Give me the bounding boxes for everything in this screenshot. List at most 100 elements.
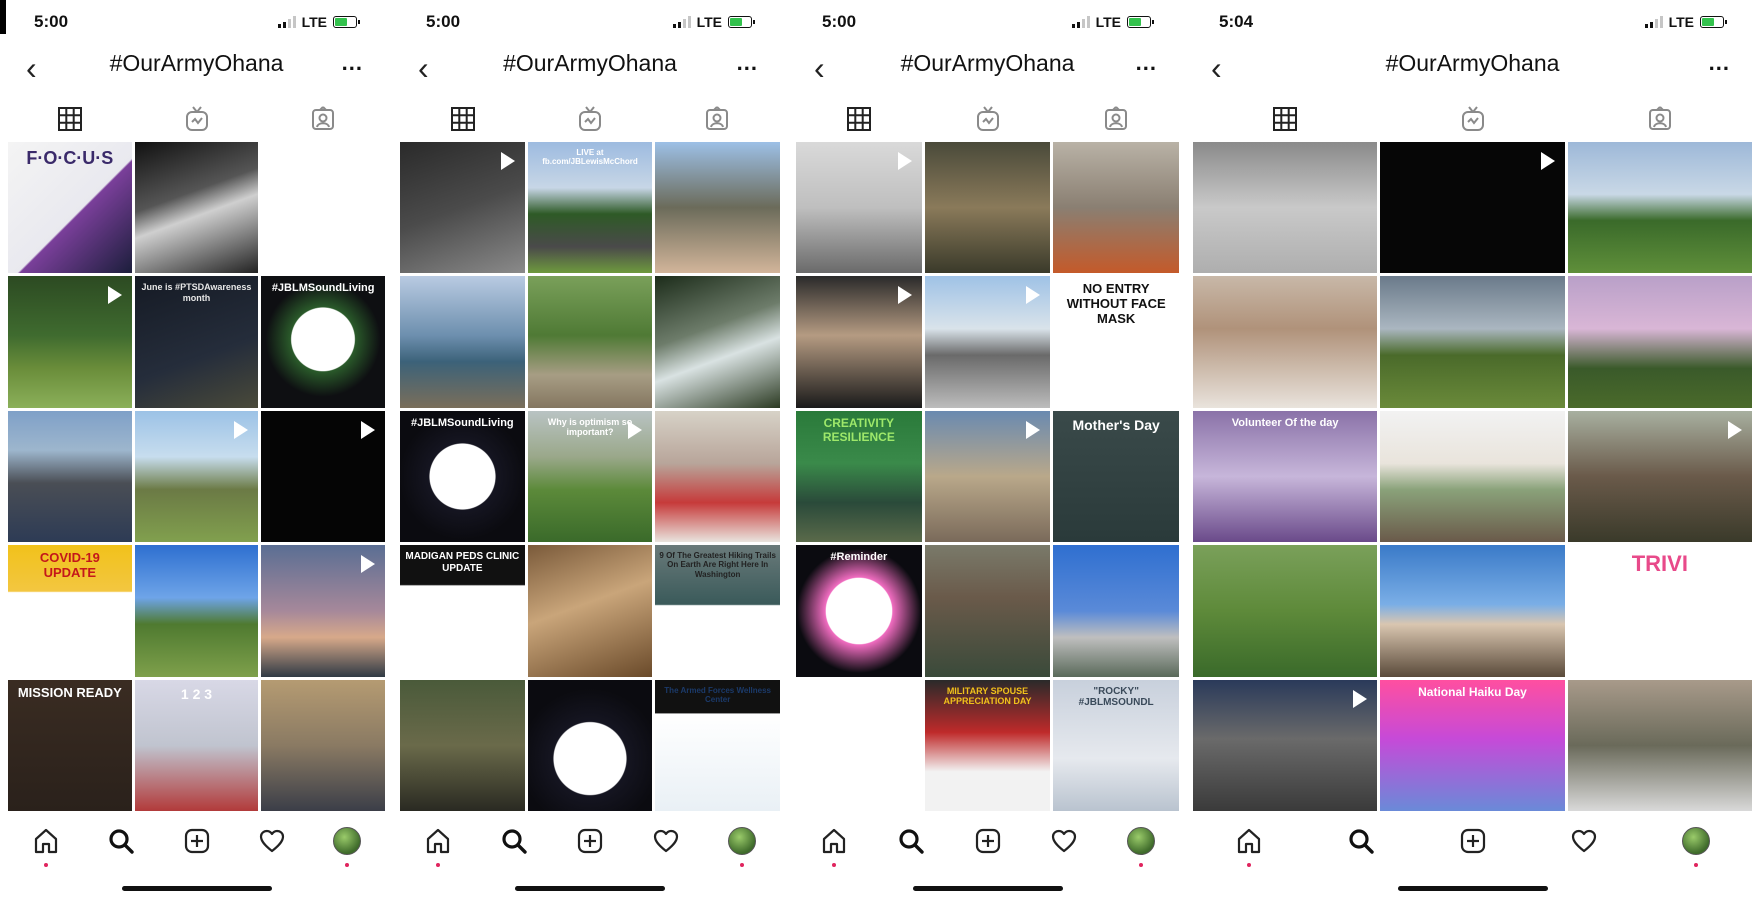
post-tile[interactable]: COVID-19 UPDATE bbox=[8, 545, 132, 677]
tagged-icon[interactable] bbox=[308, 106, 338, 132]
post-tile[interactable] bbox=[134, 410, 259, 543]
add-post-icon[interactable] bbox=[972, 825, 1004, 857]
add-post-icon[interactable] bbox=[181, 825, 213, 857]
tagged-icon[interactable] bbox=[1101, 106, 1131, 132]
post-tile[interactable] bbox=[924, 410, 1051, 543]
post-tile[interactable] bbox=[134, 142, 259, 274]
post-tile[interactable]: The Armed Forces Wellness Center bbox=[655, 679, 780, 811]
post-tile[interactable] bbox=[1380, 410, 1565, 543]
post-tile[interactable]: 1 2 3 bbox=[134, 679, 259, 811]
post-tile[interactable] bbox=[8, 410, 132, 543]
post-tile[interactable] bbox=[8, 276, 132, 408]
post-tile[interactable] bbox=[924, 545, 1051, 677]
post-tile[interactable] bbox=[1193, 679, 1378, 811]
igtv-icon[interactable] bbox=[182, 106, 212, 132]
tagged-icon[interactable] bbox=[1645, 106, 1675, 132]
home-icon[interactable] bbox=[30, 825, 62, 857]
post-tile[interactable] bbox=[1193, 545, 1378, 677]
post-tile[interactable] bbox=[796, 276, 922, 408]
grid-icon[interactable] bbox=[1270, 106, 1300, 132]
post-tile[interactable] bbox=[924, 142, 1051, 274]
post-tile[interactable]: Mother's Day bbox=[1053, 410, 1179, 543]
post-tile[interactable] bbox=[1380, 545, 1565, 677]
igtv-icon[interactable] bbox=[973, 106, 1003, 132]
add-post-icon[interactable] bbox=[1457, 825, 1489, 857]
post-tile[interactable]: CREATIVITY RESILIENCE bbox=[796, 410, 922, 543]
more-options-button[interactable]: ... bbox=[1136, 50, 1157, 76]
post-tile[interactable] bbox=[527, 679, 653, 811]
profile-avatar[interactable] bbox=[726, 825, 758, 857]
back-chevron-icon[interactable]: ‹ bbox=[418, 52, 429, 84]
search-icon[interactable] bbox=[105, 825, 137, 857]
heart-icon[interactable] bbox=[1568, 825, 1600, 857]
post-tile[interactable] bbox=[655, 276, 780, 408]
post-tile[interactable] bbox=[261, 142, 385, 274]
post-tile[interactable]: MADIGAN PEDS CLINIC UPDATE bbox=[400, 545, 525, 677]
add-post-icon[interactable] bbox=[574, 825, 606, 857]
post-tile[interactable]: National Haiku Day bbox=[1380, 679, 1565, 811]
post-tile[interactable] bbox=[655, 410, 780, 543]
post-tile[interactable] bbox=[1193, 142, 1378, 274]
post-tile[interactable] bbox=[527, 276, 653, 408]
post-tile[interactable]: LIVE at fb.com/JBLewisMcChord bbox=[527, 142, 653, 274]
back-chevron-icon[interactable]: ‹ bbox=[26, 52, 37, 84]
post-tile[interactable]: TRIVI bbox=[1567, 545, 1752, 677]
post-tile[interactable] bbox=[1193, 276, 1378, 408]
post-tile[interactable]: F·O·C·U·S bbox=[8, 142, 132, 274]
post-tile[interactable] bbox=[1053, 545, 1179, 677]
home-icon[interactable] bbox=[818, 825, 850, 857]
post-tile[interactable] bbox=[400, 679, 525, 811]
heart-icon[interactable] bbox=[1048, 825, 1080, 857]
igtv-icon[interactable] bbox=[575, 106, 605, 132]
post-tile[interactable] bbox=[261, 545, 385, 677]
post-tile[interactable] bbox=[1567, 276, 1752, 408]
back-chevron-icon[interactable]: ‹ bbox=[1211, 52, 1222, 84]
search-icon[interactable] bbox=[1345, 825, 1377, 857]
post-tile[interactable] bbox=[655, 142, 780, 274]
post-tile[interactable]: MISSION READY bbox=[8, 679, 132, 811]
post-tile[interactable] bbox=[796, 679, 922, 811]
profile-avatar[interactable] bbox=[1125, 825, 1157, 857]
more-options-button[interactable]: ... bbox=[1709, 50, 1730, 76]
post-tile[interactable] bbox=[527, 545, 653, 677]
post-tile[interactable] bbox=[1567, 410, 1752, 543]
more-options-button[interactable]: ... bbox=[737, 50, 758, 76]
post-tile[interactable]: Volunteer Of the day bbox=[1193, 410, 1378, 543]
post-tile[interactable]: "ROCKY" #JBLMSOUNDL bbox=[1053, 679, 1179, 811]
post-tile[interactable]: MILITARY SPOUSE APPRECIATION DAY bbox=[924, 679, 1051, 811]
post-tile[interactable]: #JBLMSoundLiving bbox=[261, 276, 385, 408]
grid-icon[interactable] bbox=[448, 106, 478, 132]
profile-avatar[interactable] bbox=[331, 825, 363, 857]
post-tile[interactable] bbox=[1053, 142, 1179, 274]
profile-avatar[interactable] bbox=[1680, 825, 1712, 857]
post-tile[interactable]: #JBLMSoundLiving bbox=[400, 410, 525, 543]
tagged-icon[interactable] bbox=[702, 106, 732, 132]
post-tile[interactable] bbox=[400, 276, 525, 408]
grid-icon[interactable] bbox=[55, 106, 85, 132]
post-tile[interactable] bbox=[400, 142, 525, 274]
post-tile[interactable] bbox=[924, 276, 1051, 408]
post-tile[interactable]: #Reminder bbox=[796, 545, 922, 677]
search-icon[interactable] bbox=[498, 825, 530, 857]
post-tile[interactable] bbox=[1567, 142, 1752, 274]
post-tile[interactable] bbox=[261, 410, 385, 543]
more-options-button[interactable]: ... bbox=[342, 50, 363, 76]
post-tile[interactable] bbox=[796, 142, 922, 274]
back-chevron-icon[interactable]: ‹ bbox=[814, 52, 825, 84]
post-tile[interactable]: June is #PTSDAwareness month bbox=[134, 276, 259, 408]
post-tile[interactable]: NO ENTRY WITHOUT FACE MASK bbox=[1053, 276, 1179, 408]
grid-icon[interactable] bbox=[844, 106, 874, 132]
post-tile[interactable] bbox=[1567, 679, 1752, 811]
heart-icon[interactable] bbox=[256, 825, 288, 857]
igtv-icon[interactable] bbox=[1458, 106, 1488, 132]
post-tile[interactable]: 9 Of The Greatest Hiking Trails On Earth… bbox=[655, 545, 780, 677]
home-icon[interactable] bbox=[1233, 825, 1265, 857]
post-tile[interactable]: Why is optimism so important? bbox=[527, 410, 653, 543]
heart-icon[interactable] bbox=[650, 825, 682, 857]
post-tile[interactable] bbox=[1380, 142, 1565, 274]
post-tile[interactable] bbox=[134, 545, 259, 677]
post-tile[interactable] bbox=[261, 679, 385, 811]
search-icon[interactable] bbox=[895, 825, 927, 857]
home-icon[interactable] bbox=[422, 825, 454, 857]
post-tile[interactable] bbox=[1380, 276, 1565, 408]
